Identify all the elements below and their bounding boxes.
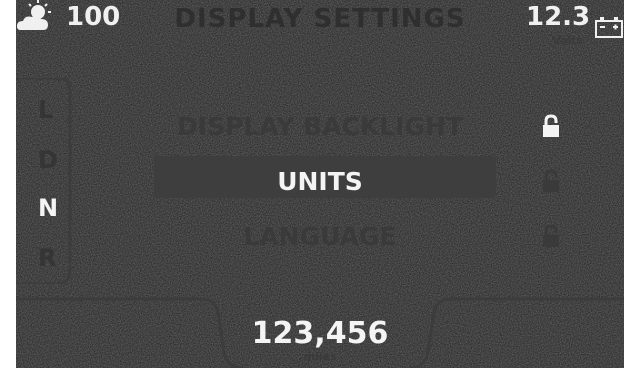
voltage-readout: 12.3 (526, 2, 591, 32)
menu-item-display-backlight[interactable]: DISPLAY BACKLIGHT (16, 112, 624, 141)
odometer-value: 123,456 (251, 316, 389, 351)
display-screen: 100 DISPLAY SETTINGS 12.3 Volts L D N R … (0, 0, 634, 377)
lock-icon (543, 224, 559, 247)
gear-n: N (38, 194, 59, 222)
odometer-unit: miles (303, 350, 337, 363)
battery-icon (595, 17, 623, 38)
lock-icon (543, 169, 559, 192)
voltage-unit: Volts (552, 34, 584, 47)
menu-item-language[interactable]: LANGUAGE (16, 222, 624, 251)
lock-icon (543, 114, 559, 137)
dashboard-panel: 100 DISPLAY SETTINGS 12.3 Volts L D N R … (16, 0, 624, 368)
menu-item-units[interactable]: UNITS (16, 167, 624, 196)
